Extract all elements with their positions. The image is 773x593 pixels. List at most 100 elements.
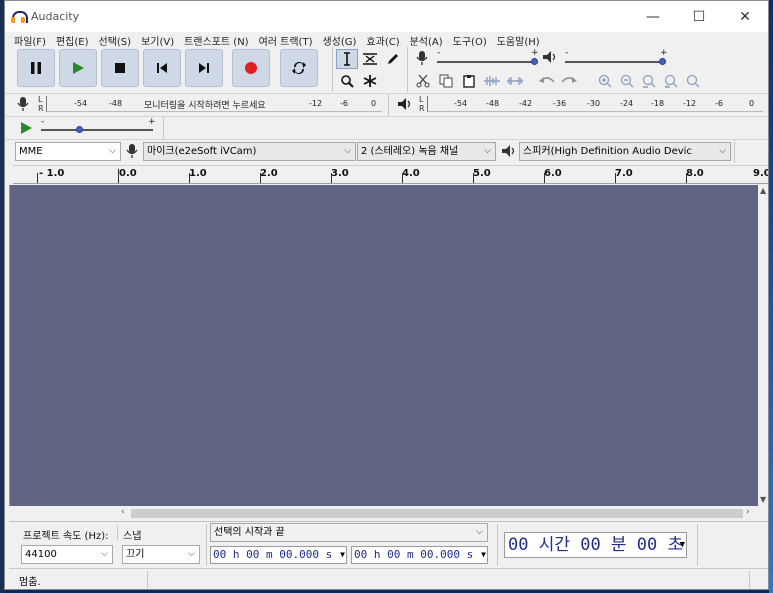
menu-edit[interactable]: 편집(E) (51, 33, 94, 48)
horizontal-scroll-thumb[interactable] (131, 509, 743, 518)
pause-button[interactable] (17, 49, 55, 87)
fit-selection-button[interactable] (638, 71, 660, 91)
trim-audio-button[interactable] (481, 71, 503, 91)
playback-meter-speaker-icon[interactable] (397, 97, 413, 111)
vertical-scrollbar[interactable]: ▲ ▼ (758, 185, 768, 506)
play-speed-slider[interactable] (76, 126, 83, 133)
pause-icon (31, 62, 41, 74)
envelope-tool-button[interactable] (359, 49, 381, 69)
snap-to-dropdown[interactable]: 끄기 ⌵ (122, 545, 200, 564)
maximize-button[interactable]: ☐ (676, 1, 722, 32)
timeline-ruler[interactable]: - 1.0 0.0 1.0 2.0 3.0 4.0 5.0 6.0 7.0 8.… (13, 165, 768, 184)
menu-help[interactable]: 도움말(H) (492, 33, 545, 48)
selection-toolbar: 프로젝트 속도 (Hz): 스냅 44100 ⌵ 끄기 ⌵ 선택의 시작과 끝 … (9, 521, 768, 567)
speed-min-label: - (41, 117, 45, 127)
record-button[interactable] (232, 49, 270, 87)
zoom-in-button[interactable] (594, 71, 616, 91)
toolbar-divider (5, 93, 768, 94)
skip-to-end-button[interactable] (185, 49, 223, 87)
magnifier-icon (341, 75, 354, 88)
audio-position-value: 00 시간 00 분 00 초 (508, 535, 684, 555)
rec-meter-tick: -6 (340, 99, 348, 108)
play-meter-tick: -48 (486, 99, 500, 108)
cut-button[interactable] (412, 71, 434, 91)
chevron-down-icon[interactable]: ▼ (481, 547, 486, 563)
stop-icon (115, 63, 125, 73)
zoom-toggle-button[interactable] (682, 71, 704, 91)
menu-effect[interactable]: 효과(C) (361, 33, 404, 48)
chevron-down-icon[interactable]: ▼ (340, 547, 345, 563)
rec-volume-max-label: + (531, 48, 539, 58)
undo-button[interactable] (536, 71, 558, 91)
copy-button[interactable] (435, 71, 457, 91)
scroll-down-icon[interactable]: ▼ (760, 495, 766, 504)
menu-generate[interactable]: 생성(G) (317, 33, 361, 48)
fit-project-button[interactable] (660, 71, 682, 91)
title-bar: Audacity — ☐ ✕ (5, 1, 768, 32)
minimize-button[interactable]: — (630, 1, 676, 32)
toolbar-separator (734, 140, 735, 163)
chevron-down-icon: ⌵ (719, 146, 726, 156)
ruler-tick (473, 173, 474, 183)
play-volume-min-label: - (565, 48, 569, 58)
snap-label: 스냅 (123, 531, 142, 542)
selection-start-time[interactable]: 00 h 00 m 00.000 s ▼ (210, 546, 347, 564)
speaker-icon (543, 51, 556, 63)
project-rate-dropdown[interactable]: 44100 ⌵ (21, 545, 113, 564)
scroll-right-icon[interactable]: › (746, 507, 750, 517)
play-button[interactable] (59, 49, 97, 87)
menu-transport[interactable]: 트랜스포트 (N) (179, 33, 253, 48)
record-icon (245, 62, 257, 74)
redo-button[interactable] (558, 71, 580, 91)
play-meter-tick: -30 (587, 99, 601, 108)
menu-tools[interactable]: 도구(O) (448, 33, 492, 48)
paste-button[interactable] (458, 71, 480, 91)
chevron-down-icon[interactable]: ▼ (680, 533, 685, 557)
multi-tool-button[interactable] (359, 71, 381, 91)
speed-max-label: + (148, 117, 156, 127)
close-button[interactable]: ✕ (722, 1, 768, 32)
play-meter-right-label: R (419, 104, 425, 113)
menu-analyze[interactable]: 분석(A) (405, 33, 448, 48)
loop-button[interactable] (280, 49, 318, 87)
skip-to-start-button[interactable] (143, 49, 181, 87)
play-speed-track (41, 129, 153, 131)
ruler-tick-label: - 1.0 (39, 168, 65, 179)
selection-mode-dropdown[interactable]: 선택의 시작과 끝 ⌵ (210, 523, 488, 542)
zoom-out-button[interactable] (616, 71, 638, 91)
playback-volume-slider[interactable] (659, 58, 666, 65)
selection-end-time[interactable]: 00 h 00 m 00.000 s ▼ (351, 546, 488, 564)
silence-waveform-icon (507, 77, 523, 85)
menu-view[interactable]: 보기(V) (136, 33, 179, 48)
stop-button[interactable] (101, 49, 139, 87)
menu-tracks[interactable]: 여러 트랙(T) (254, 33, 318, 48)
rec-meter-tick: -48 (109, 99, 123, 108)
draw-tool-button[interactable] (382, 49, 404, 69)
record-meter-message[interactable]: 모니터링을 시작하려면 누르세요 (144, 98, 266, 111)
audio-host-value: MME (19, 146, 43, 157)
scroll-up-icon[interactable]: ▲ (760, 186, 766, 195)
zoom-tool-button[interactable] (336, 71, 358, 91)
playback-device-dropdown[interactable]: 스피커(High Definition Audio Devic ⌵ (519, 142, 731, 161)
recording-volume-slider[interactable] (531, 58, 538, 65)
audio-host-dropdown[interactable]: MME ⌵ (15, 142, 121, 161)
recording-device-dropdown[interactable]: 마이크(e2eSoft iVCam) ⌵ (143, 142, 356, 161)
recording-channels-dropdown[interactable]: 2 (스테레오) 녹음 채널 ⌵ (357, 142, 496, 161)
menu-file[interactable]: 파일(F) (9, 33, 51, 48)
menu-select[interactable]: 선택(S) (94, 33, 137, 48)
horizontal-scrollbar[interactable]: ‹ › (118, 507, 758, 520)
selection-end-value: 00 h 00 m 00.000 s (354, 548, 474, 561)
selection-start-value: 00 h 00 m 00.000 s (213, 548, 333, 561)
record-meter-microphone-icon[interactable] (17, 96, 29, 112)
scroll-left-icon[interactable]: ‹ (121, 507, 125, 517)
label-divider (117, 526, 118, 540)
rec-meter-tick: 0 (371, 99, 377, 108)
silence-audio-button[interactable] (504, 71, 526, 91)
copy-icon (439, 74, 453, 88)
zoom-toggle-icon (686, 74, 700, 88)
play-at-speed-button[interactable] (15, 118, 37, 138)
track-area[interactable] (9, 185, 758, 506)
selection-tool-button[interactable] (336, 49, 358, 69)
audio-position-time[interactable]: 00 시간 00 분 00 초 ▼ (504, 532, 687, 558)
toolbar-divider (5, 139, 768, 140)
